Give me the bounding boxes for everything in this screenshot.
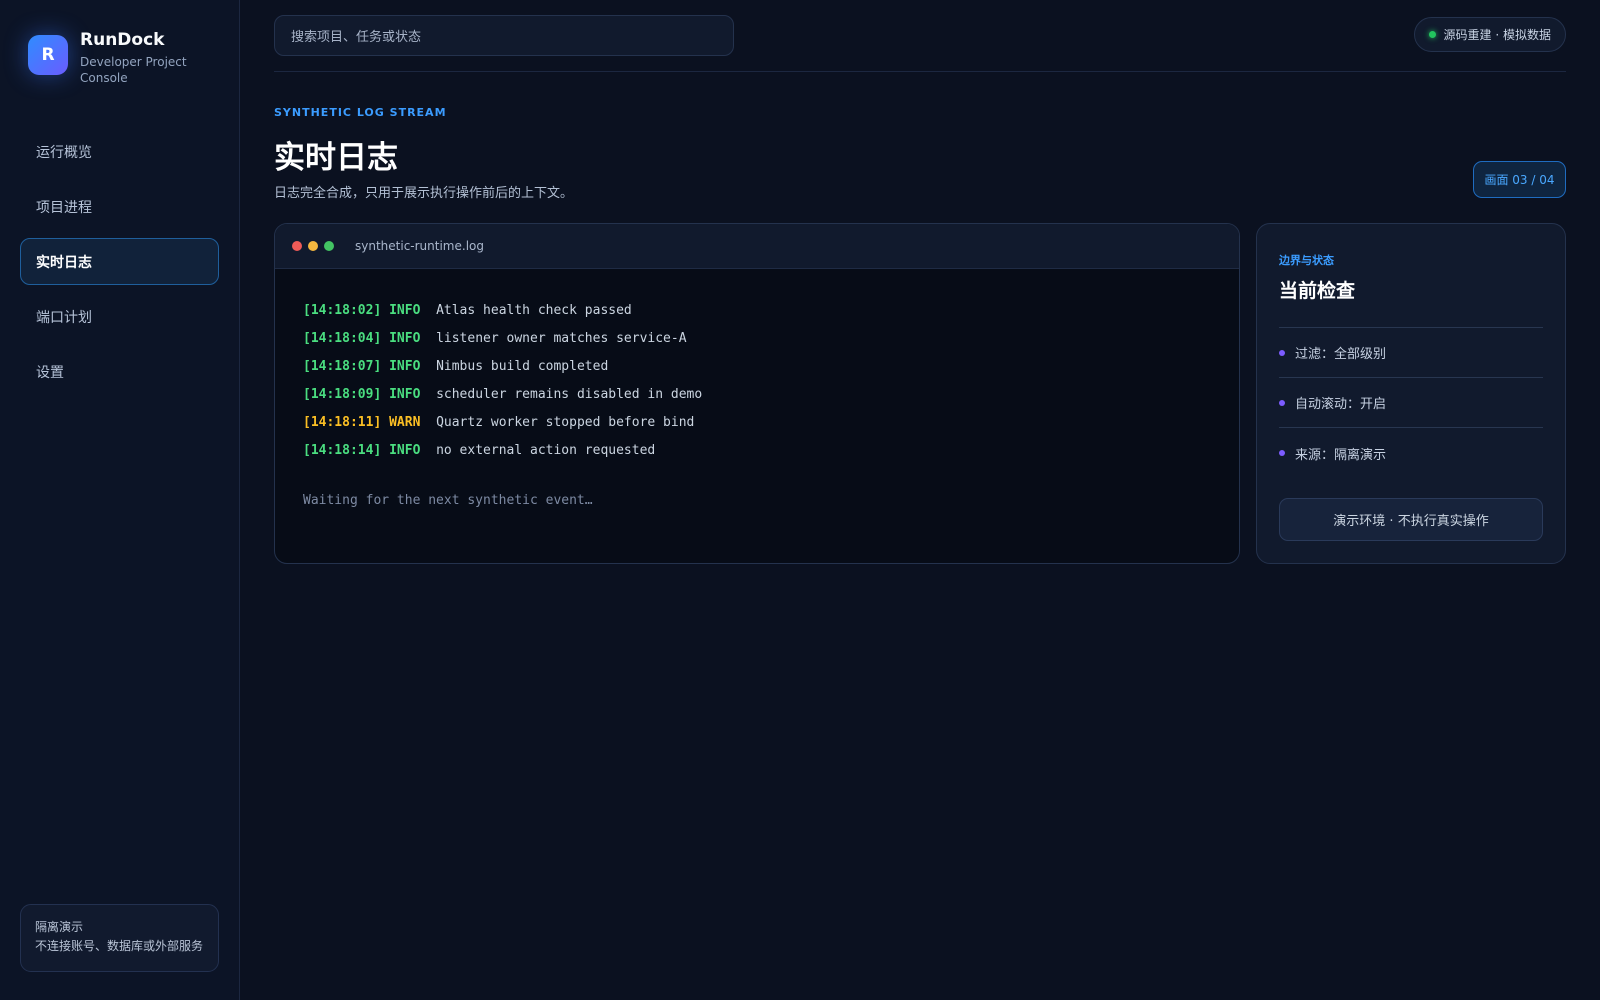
log-line: [14:18:14] INFO no external action reque… — [303, 437, 1211, 465]
waiting-message: Waiting for the next synthetic event… — [303, 493, 593, 508]
log-message: listener owner matches service-A — [436, 331, 687, 346]
log-level: INFO — [389, 443, 421, 458]
log-time: [14:18:07] — [303, 359, 382, 374]
sidebar-item-settings[interactable]: 设置 — [20, 348, 219, 395]
log-line-warn: [14:18:11] WARN Quartz worker stopped be… — [303, 409, 1211, 437]
log-level: INFO — [389, 303, 421, 318]
log-time: [14:18:02] — [303, 303, 382, 318]
log-time: [14:18:11] — [303, 415, 382, 430]
log-line: [14:18:07] INFO Nimbus build completed — [303, 353, 1211, 381]
terminal-header: synthetic-runtime.log — [275, 224, 1239, 269]
log-line: [14:18:04] INFO listener owner matches s… — [303, 325, 1211, 353]
terminal-filename: synthetic-runtime.log — [355, 239, 484, 253]
app-root: R RunDock Developer Project Console 运行概览… — [0, 0, 1600, 1000]
log-message: Quartz worker stopped before bind — [436, 415, 695, 430]
log-message: Nimbus build completed — [436, 359, 609, 374]
check-item-source: 来源：隔离演示 — [1279, 428, 1543, 478]
page-title: 实时日志 — [274, 140, 398, 176]
status-panel: 边界与状态 当前检查 过滤：全部级别 自动滚动：开启 来源：隔离演示 演示环境 … — [1256, 223, 1566, 564]
check-item-filter: 过滤：全部级别 — [1279, 328, 1543, 378]
log-terminal: synthetic-runtime.log [14:18:02] INFO At… — [274, 223, 1240, 564]
screen-counter-badge: 画面 03 / 04 — [1473, 161, 1566, 198]
brand: R RunDock Developer Project Console — [28, 30, 190, 86]
log-line: [14:18:02] INFO Atlas health check passe… — [303, 297, 1211, 325]
page-eyebrow: SYNTHETIC LOG STREAM — [274, 106, 447, 119]
window-maximize-dot-icon — [324, 241, 334, 251]
log-message: scheduler remains disabled in demo — [436, 387, 703, 402]
isolation-note: 隔离演示 不连接账号、数据库或外部服务 — [20, 904, 219, 972]
topbar: 搜索项目、任务或状态 源码重建 · 模拟数据 — [274, 15, 1566, 72]
check-item-label: 过滤：全部级别 — [1295, 347, 1387, 362]
panel-title: 当前检查 — [1279, 280, 1356, 302]
log-line: [14:18:09] INFO scheduler remains disabl… — [303, 381, 1211, 409]
sidebar-item-port-plan[interactable]: 端口计划 — [20, 293, 219, 340]
demo-environment-button[interactable]: 演示环境 · 不执行真实操作 — [1279, 498, 1543, 541]
check-item-label: 来源：隔离演示 — [1295, 447, 1387, 463]
log-time: [14:18:14] — [303, 443, 382, 458]
sidebar-item-processes[interactable]: 项目进程 — [20, 183, 219, 230]
brand-name: RunDock — [80, 30, 165, 50]
bullet-icon — [1279, 349, 1285, 356]
bullet-icon — [1279, 399, 1285, 406]
log-message: Atlas health check passed — [436, 303, 632, 318]
status-dot-icon — [1428, 31, 1436, 38]
search-input[interactable]: 搜索项目、任务或状态 — [274, 15, 734, 56]
bullet-icon — [1279, 450, 1285, 456]
window-close-dot-icon — [292, 241, 302, 251]
sidebar-item-overview[interactable]: 运行概览 — [20, 128, 219, 175]
panel-check-list: 过滤：全部级别 自动滚动：开启 来源：隔离演示 — [1279, 327, 1543, 478]
log-time: [14:18:09] — [303, 387, 382, 402]
log-level: INFO — [389, 387, 421, 402]
status-badge: 源码重建 · 模拟数据 — [1413, 17, 1566, 52]
sidebar-item-live-logs[interactable]: 实时日志 — [20, 238, 219, 285]
log-message: no external action requested — [436, 443, 656, 458]
brand-subtitle: Developer Project Console — [80, 55, 187, 85]
sidebar-nav: 运行概览 项目进程 实时日志 端口计划 设置 — [20, 128, 219, 403]
status-text: 源码重建 · 模拟数据 — [1443, 28, 1551, 42]
terminal-body[interactable]: [14:18:02] INFO Atlas health check passe… — [275, 269, 1239, 508]
isolation-note-text: 不连接账号、数据库或外部服务 — [35, 939, 204, 953]
sidebar: R RunDock Developer Project Console 运行概览… — [0, 0, 240, 1000]
brand-logo: R — [28, 35, 68, 75]
panel-eyebrow: 边界与状态 — [1279, 254, 1334, 267]
search-placeholder: 搜索项目、任务或状态 — [291, 30, 422, 45]
log-level: INFO — [389, 331, 421, 346]
window-minimize-dot-icon — [308, 241, 318, 251]
brand-text: RunDock Developer Project Console — [80, 30, 190, 86]
isolation-note-title: 隔离演示 — [35, 920, 84, 934]
page-subtitle: 日志完全合成，只用于展示执行操作前后的上下文。 — [274, 186, 574, 201]
log-level: INFO — [389, 359, 421, 374]
check-item-autoscroll: 自动滚动：开启 — [1279, 378, 1543, 428]
check-item-label: 自动滚动：开启 — [1295, 397, 1387, 412]
log-level: WARN — [389, 415, 421, 430]
log-time: [14:18:04] — [303, 331, 382, 346]
